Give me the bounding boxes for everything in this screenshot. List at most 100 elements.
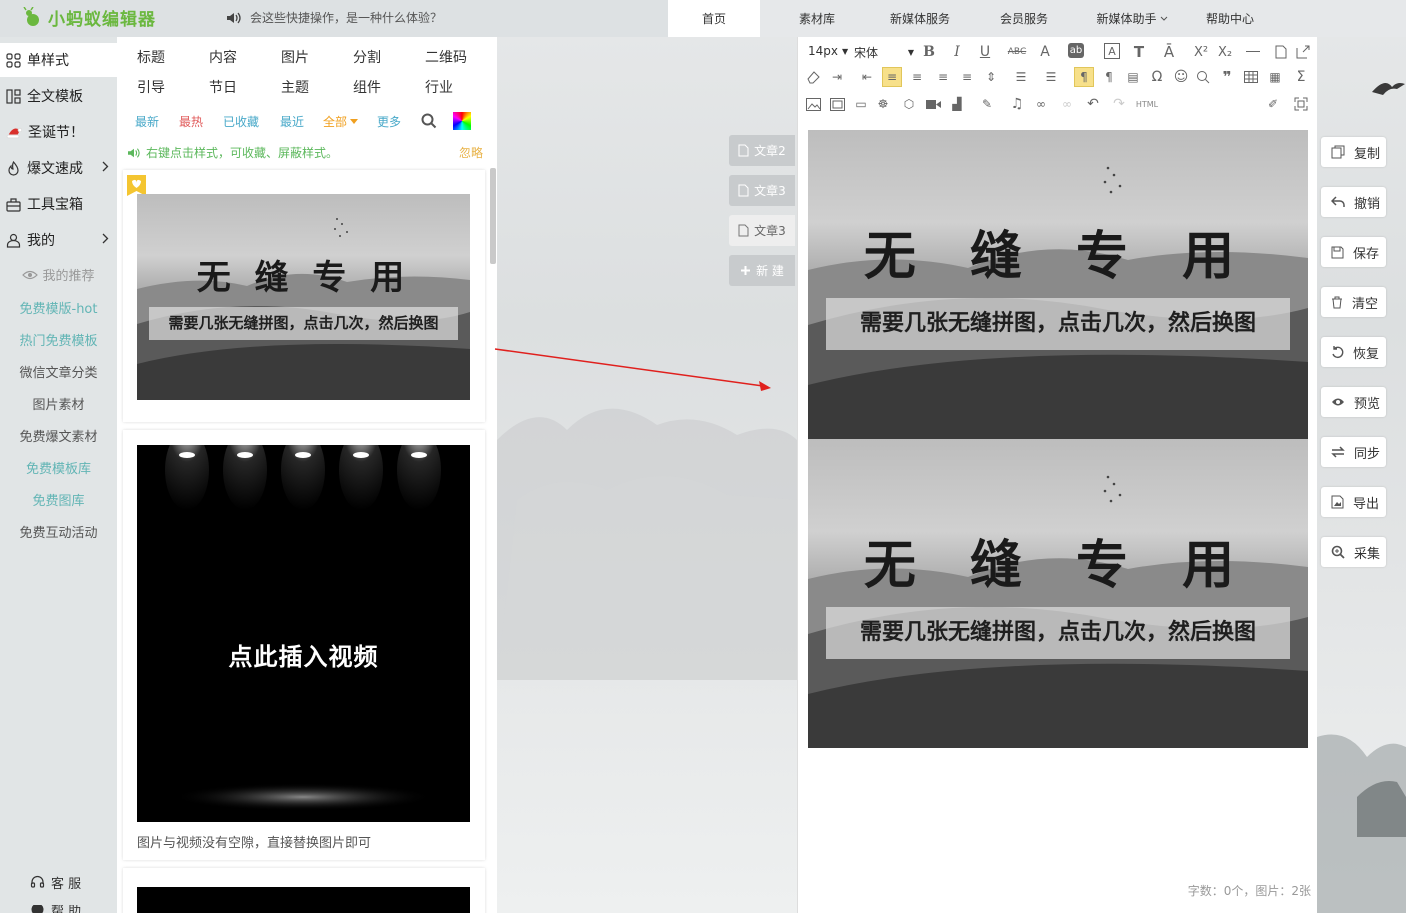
line-height-icon[interactable]: ⇕ (982, 68, 1000, 86)
sidebar-link-image-material[interactable]: 图片素材 (0, 394, 117, 413)
sidebar-item-mine[interactable]: 我的 (0, 223, 117, 257)
sidebar-link-free-activity[interactable]: 免费互动活动 (0, 522, 117, 541)
category-guide[interactable]: 引导 (137, 77, 165, 97)
sidebar-link-wechat-category[interactable]: 微信文章分类 (0, 362, 117, 381)
font-color-icon[interactable]: A (1036, 43, 1054, 61)
customer-service-button[interactable]: 客 服 (30, 873, 81, 892)
superscript-icon[interactable]: X² (1192, 43, 1210, 61)
emoji-icon[interactable]: ☺ (1172, 68, 1190, 86)
export-window-icon[interactable] (1294, 43, 1312, 61)
collect-button[interactable]: 采集 (1321, 537, 1386, 567)
page-icon[interactable] (1272, 43, 1290, 61)
sidebar-item-viral-quick[interactable]: 爆文速成 (0, 151, 117, 185)
category-qrcode[interactable]: 二维码 (425, 47, 467, 67)
filter-recent[interactable]: 最近 (280, 113, 304, 130)
sidebar-item-full-template[interactable]: 全文模板 (0, 79, 117, 113)
announcement[interactable]: 会这些快捷操作，是一种什么体验？ (226, 9, 442, 26)
highlight-color-icon[interactable]: ab (1068, 43, 1084, 58)
nav-new-media-service[interactable]: 新媒体服务 (874, 0, 966, 37)
logo[interactable]: 小蚂蚁编辑器 (22, 5, 156, 30)
category-title[interactable]: 标题 (137, 47, 165, 67)
letter-spacing-icon[interactable]: Ā (1160, 43, 1178, 61)
special-char-icon[interactable]: Ω (1148, 68, 1166, 86)
fullscreen-icon[interactable] (1292, 95, 1310, 113)
table-icon[interactable] (1242, 68, 1260, 86)
find-replace-icon[interactable] (1194, 68, 1212, 86)
filter-more[interactable]: 更多 (377, 113, 401, 130)
restore-button[interactable]: 恢复 (1321, 337, 1386, 367)
nav-materials[interactable]: 素材库 (760, 0, 874, 37)
filter-all[interactable]: 全部 (323, 113, 359, 130)
video-placeholder[interactable]: 点此插入视频 (137, 445, 470, 822)
indent-icon[interactable]: ⇥ (828, 68, 846, 86)
preview-button[interactable]: 预览 (1321, 387, 1386, 417)
subscript-icon[interactable]: X₂ (1216, 43, 1234, 61)
font-family-select[interactable]: 宋体 ▼ (854, 44, 914, 61)
copy-button[interactable]: 复制 (1321, 137, 1386, 167)
quote-icon[interactable]: ❞ (1218, 68, 1236, 86)
color-picker-icon[interactable] (453, 112, 471, 130)
unlink-icon[interactable]: ∞ (1058, 95, 1076, 113)
doc-tab-3a[interactable]: 文章3 (729, 175, 795, 206)
list-icon[interactable]: ☰ (1042, 68, 1060, 86)
font-size-select[interactable]: 14px ▼ (808, 44, 848, 58)
sidebar-link-hot-free[interactable]: 热门免费模板 (0, 330, 117, 349)
align-right-icon[interactable]: ≡ (934, 68, 952, 86)
font-size-up-icon[interactable]: T (1130, 43, 1148, 61)
music-icon[interactable]: ♫ (1008, 95, 1026, 113)
bold-icon[interactable]: B (920, 43, 938, 61)
category-content[interactable]: 内容 (209, 47, 237, 67)
template-edit-icon[interactable]: ✐ (1264, 95, 1282, 113)
link-icon[interactable]: ∞ (1032, 95, 1050, 113)
content-image-2[interactable]: 无 缝 专 用 需要几张无缝拼图，点击几次，然后换图 (808, 439, 1308, 748)
style-card-next[interactable] (123, 868, 485, 913)
panel-scrollbar[interactable] (490, 168, 496, 264)
sidebar-item-toolbox[interactable]: 工具宝箱 (0, 187, 117, 221)
sidebar-link-free-template-lib[interactable]: 免费模板库 (0, 458, 117, 477)
style-card-seamless[interactable]: 无 缝 专 用 需要几张无缝拼图，点击几次，然后换图 (123, 170, 485, 422)
insert-frame-icon[interactable]: ▟ (948, 95, 966, 113)
nav-help-center[interactable]: 帮助中心 (1182, 0, 1278, 37)
ignore-tip-link[interactable]: 忽略 (459, 144, 483, 161)
html-source-button[interactable]: HTML (1136, 95, 1158, 113)
category-divider[interactable]: 分割 (353, 47, 381, 67)
clear-button[interactable]: 清空 (1321, 287, 1386, 317)
video-icon[interactable] (924, 95, 942, 113)
sidebar-link-recommend[interactable]: 我的推荐 (0, 265, 117, 284)
sidebar-item-single-style[interactable]: 单样式 (0, 43, 117, 77)
outdent-icon[interactable]: ⇤ (858, 68, 876, 86)
export-button[interactable]: 导出 (1321, 487, 1386, 517)
redo-icon[interactable]: ↷ (1110, 95, 1128, 113)
category-component[interactable]: 组件 (353, 77, 381, 97)
strikethrough-icon[interactable]: ABC (1006, 43, 1028, 61)
frame-icon[interactable]: ▭ (852, 95, 870, 113)
search-icon[interactable] (421, 113, 437, 129)
save-button[interactable]: 保存 (1321, 237, 1386, 267)
nav-media-assistant[interactable]: 新媒体助手 (1082, 0, 1182, 37)
ltr-direction-icon[interactable]: ¶ (1074, 67, 1094, 87)
rtl-direction-icon[interactable]: ¶ (1100, 68, 1118, 86)
sum-icon[interactable]: Σ (1292, 68, 1310, 86)
sidebar-link-free-viral[interactable]: 免费爆文素材 (0, 426, 117, 445)
doc-tab-2[interactable]: 文章2 (729, 135, 795, 166)
nav-membership[interactable]: 会员服务 (966, 0, 1082, 37)
doc-tab-3b[interactable]: 文章3 (729, 215, 795, 246)
paragraph-spacing-icon[interactable]: ☰ (1012, 68, 1030, 86)
align-center-icon[interactable]: ≡ (908, 68, 926, 86)
eraser-icon[interactable] (804, 68, 822, 86)
horizontal-rule-icon[interactable] (1244, 43, 1262, 61)
new-doc-button[interactable]: 新 建 (729, 255, 795, 286)
background-icon[interactable]: ☸ (874, 95, 892, 113)
undo-icon[interactable]: ↶ (1084, 95, 1102, 113)
help-button[interactable]: 帮 助 (30, 905, 81, 913)
filter-newest[interactable]: 最新 (135, 113, 159, 130)
nav-home[interactable]: 首页 (668, 0, 760, 37)
block-quote-icon[interactable]: ▤ (1124, 68, 1142, 86)
category-festival[interactable]: 节日 (209, 77, 237, 97)
sidebar-link-free-gallery[interactable]: 免费图库 (0, 490, 117, 509)
sidebar-item-christmas[interactable]: 圣诞节！ (0, 115, 117, 149)
text-border-icon[interactable]: A (1104, 43, 1120, 59)
filter-favorites[interactable]: 已收藏 (223, 113, 259, 130)
format-painter-icon[interactable]: ▦ (1266, 68, 1284, 86)
image-icon[interactable] (804, 95, 822, 113)
